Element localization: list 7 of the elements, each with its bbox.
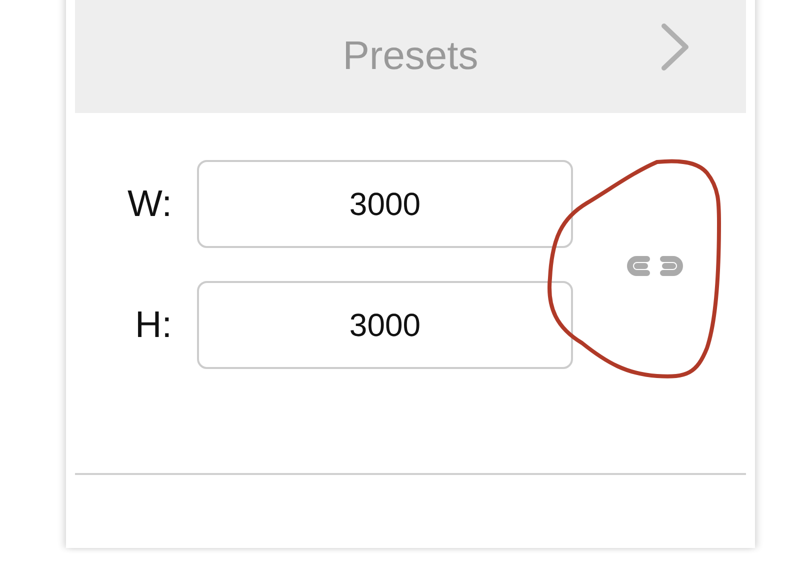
dimension-label: W: (126, 183, 173, 225)
dimension-label: H: (134, 304, 173, 346)
dimension-field[interactable]: 3000 (197, 281, 573, 369)
chevron-right-icon (660, 22, 690, 72)
link-icon[interactable] (625, 254, 685, 278)
dimension-field[interactable]: 3000 (197, 160, 573, 248)
presets-label: Presets (342, 34, 478, 79)
